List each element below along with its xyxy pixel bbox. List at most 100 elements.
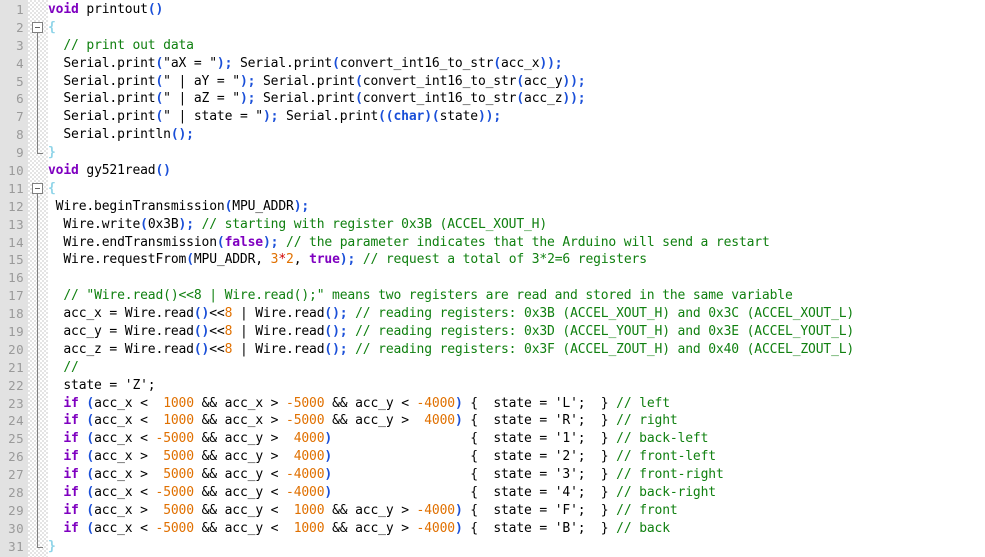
code-token: 1000 xyxy=(286,502,325,518)
fold-collapse-icon[interactable] xyxy=(32,183,43,195)
code-line[interactable]: Wire.write(0x3B); // starting with regis… xyxy=(48,216,985,234)
fold-margin-row[interactable] xyxy=(28,234,48,252)
code-token: Serial.print xyxy=(48,109,156,125)
fold-margin-row[interactable] xyxy=(28,430,48,448)
code-token: 5000 xyxy=(155,502,194,518)
code-line[interactable]: Serial.print(" | aZ = "); Serial.print(c… xyxy=(48,90,985,108)
code-line[interactable]: if (acc_x < -5000 && acc_y < -4000) { st… xyxy=(48,484,985,502)
code-token: Serial.print xyxy=(255,73,356,89)
code-line[interactable]: if (acc_x < -5000 && acc_y > 4000) { sta… xyxy=(48,430,985,448)
code-token: "aX = " xyxy=(163,55,217,71)
code-line[interactable]: Wire.endTransmission(false); // the para… xyxy=(48,234,985,252)
code-line[interactable]: Serial.print (" | state = "); Serial.prin… xyxy=(48,108,985,126)
fold-margin-row[interactable] xyxy=(28,162,48,180)
fold-margin-row[interactable] xyxy=(28,359,48,377)
line-number: 3 xyxy=(16,37,24,53)
code-line[interactable]: } xyxy=(48,144,985,162)
fold-margin-row[interactable] xyxy=(28,287,48,305)
fold-margin-row[interactable] xyxy=(28,251,48,269)
line-number: 9 xyxy=(16,145,24,161)
fold-margin-row[interactable] xyxy=(28,19,48,37)
fold-margin-row[interactable] xyxy=(28,377,48,395)
code-token: ); xyxy=(239,91,256,107)
fold-margin-row[interactable] xyxy=(28,502,48,520)
code-line[interactable]: if (acc_x > 5000 && acc_y < -4000) { sta… xyxy=(48,466,985,484)
code-line[interactable]: } xyxy=(48,538,985,556)
code-line[interactable]: acc_z = Wire.read()<<8 | Wire.read(); //… xyxy=(48,341,985,359)
code-token: acc_x < xyxy=(94,520,156,536)
code-token: 0x3B xyxy=(147,216,179,232)
code-line[interactable] xyxy=(48,269,985,287)
code-line[interactable]: { xyxy=(48,180,985,198)
fold-margin-row[interactable] xyxy=(28,484,48,502)
fold-margin-row[interactable] xyxy=(28,412,48,430)
code-token: if xyxy=(63,467,79,483)
code-line[interactable]: if (acc_x > 5000 && acc_y < 1000 && acc_… xyxy=(48,502,985,520)
code-token: acc_x < xyxy=(94,485,156,501)
code-line[interactable]: Wire.beginTransmission(MPU_ADDR); xyxy=(48,198,985,216)
code-token: convert_int16_to_str xyxy=(362,91,517,107)
line-number: 28 xyxy=(8,485,24,501)
fold-margin-row[interactable] xyxy=(28,395,48,413)
code-token: // request a total of 3*2=6 registers xyxy=(362,252,647,268)
fold-margin-row[interactable] xyxy=(28,37,48,55)
code-token: " | aY = " xyxy=(163,73,240,89)
code-line[interactable]: acc_x = Wire.read()<<8 | Wire.read(); //… xyxy=(48,305,985,323)
code-content-area[interactable]: void printout(){ // print out data Seria… xyxy=(48,0,985,557)
code-line[interactable]: Wire.requestFrom(MPU_ADDR, 3*2, true); /… xyxy=(48,251,985,269)
line-number: 19 xyxy=(8,324,24,340)
fold-margin-row[interactable] xyxy=(28,341,48,359)
code-line[interactable]: if (acc_x > 5000 && acc_y > 4000) { stat… xyxy=(48,448,985,466)
fold-margin-row[interactable] xyxy=(28,305,48,323)
code-line[interactable]: if (acc_x < -5000 && acc_y < 1000 && acc… xyxy=(48,520,985,538)
fold-margin-row[interactable] xyxy=(28,466,48,484)
line-number: 16 xyxy=(8,270,24,286)
fold-margin-row[interactable] xyxy=(28,448,48,466)
code-line[interactable]: acc_y = Wire.read()<<8 | Wire.read(); //… xyxy=(48,323,985,341)
code-token: state = 'Z'; xyxy=(48,377,156,393)
line-number: 7 xyxy=(16,109,24,125)
code-line[interactable]: // "Wire.read()<<8 | Wire.read();" means… xyxy=(48,287,985,305)
code-line[interactable]: void gy521read() xyxy=(48,162,985,180)
code-editor[interactable]: 1 2 3 4 5 6 7 8 9 10 11 12 13 14 15 16 17 18 19 20 21 22 23 24 2… xyxy=(0,0,985,557)
code-token: Wire.write xyxy=(48,216,141,232)
fold-margin-row[interactable] xyxy=(28,520,48,538)
fold-collapse-icon[interactable] xyxy=(32,22,43,34)
fold-margin[interactable] xyxy=(28,0,48,557)
code-line[interactable]: Serial.print("aX = "); Serial.print(conv… xyxy=(48,55,985,73)
code-token: ) xyxy=(454,502,463,518)
code-token: MPU_ADDR xyxy=(232,198,294,214)
fold-margin-row[interactable] xyxy=(28,269,48,287)
line-number: 31 xyxy=(8,538,24,554)
code-line[interactable]: // xyxy=(48,359,985,377)
code-token: -5000 xyxy=(286,395,325,411)
fold-margin-row[interactable] xyxy=(28,90,48,108)
fold-margin-row[interactable] xyxy=(28,323,48,341)
fold-margin-row[interactable] xyxy=(28,55,48,73)
fold-margin-row[interactable] xyxy=(28,216,48,234)
code-token: -4000 xyxy=(286,485,325,501)
code-line[interactable]: Serial.println(); xyxy=(48,126,985,144)
fold-margin-row[interactable] xyxy=(28,73,48,91)
code-line[interactable]: if (acc_x < 1000 && acc_x > -5000 && acc… xyxy=(48,412,985,430)
code-line[interactable]: // print out data xyxy=(48,37,985,55)
fold-margin-row[interactable] xyxy=(28,198,48,216)
fold-margin-row[interactable] xyxy=(28,1,48,19)
code-token: acc_x < xyxy=(94,413,156,429)
fold-margin-row[interactable] xyxy=(28,180,48,198)
code-line[interactable]: state = 'Z'; xyxy=(48,377,985,395)
fold-margin-row[interactable] xyxy=(28,108,48,126)
code-line[interactable]: void printout() xyxy=(48,1,985,19)
code-line[interactable]: if (acc_x < 1000 && acc_x > -5000 && acc… xyxy=(48,395,985,413)
code-token: && acc_y > xyxy=(193,449,287,465)
code-token: 1000 xyxy=(155,395,194,411)
code-token: -4000 xyxy=(416,520,456,536)
fold-margin-row[interactable] xyxy=(28,126,48,144)
code-line[interactable]: { xyxy=(48,19,985,37)
code-token: 4000 xyxy=(416,413,455,429)
code-token: ( xyxy=(186,252,194,268)
code-token: { state = 'R'; } xyxy=(462,413,617,429)
code-line[interactable]: Serial.print(" | aY = "); Serial.print(c… xyxy=(48,73,985,91)
